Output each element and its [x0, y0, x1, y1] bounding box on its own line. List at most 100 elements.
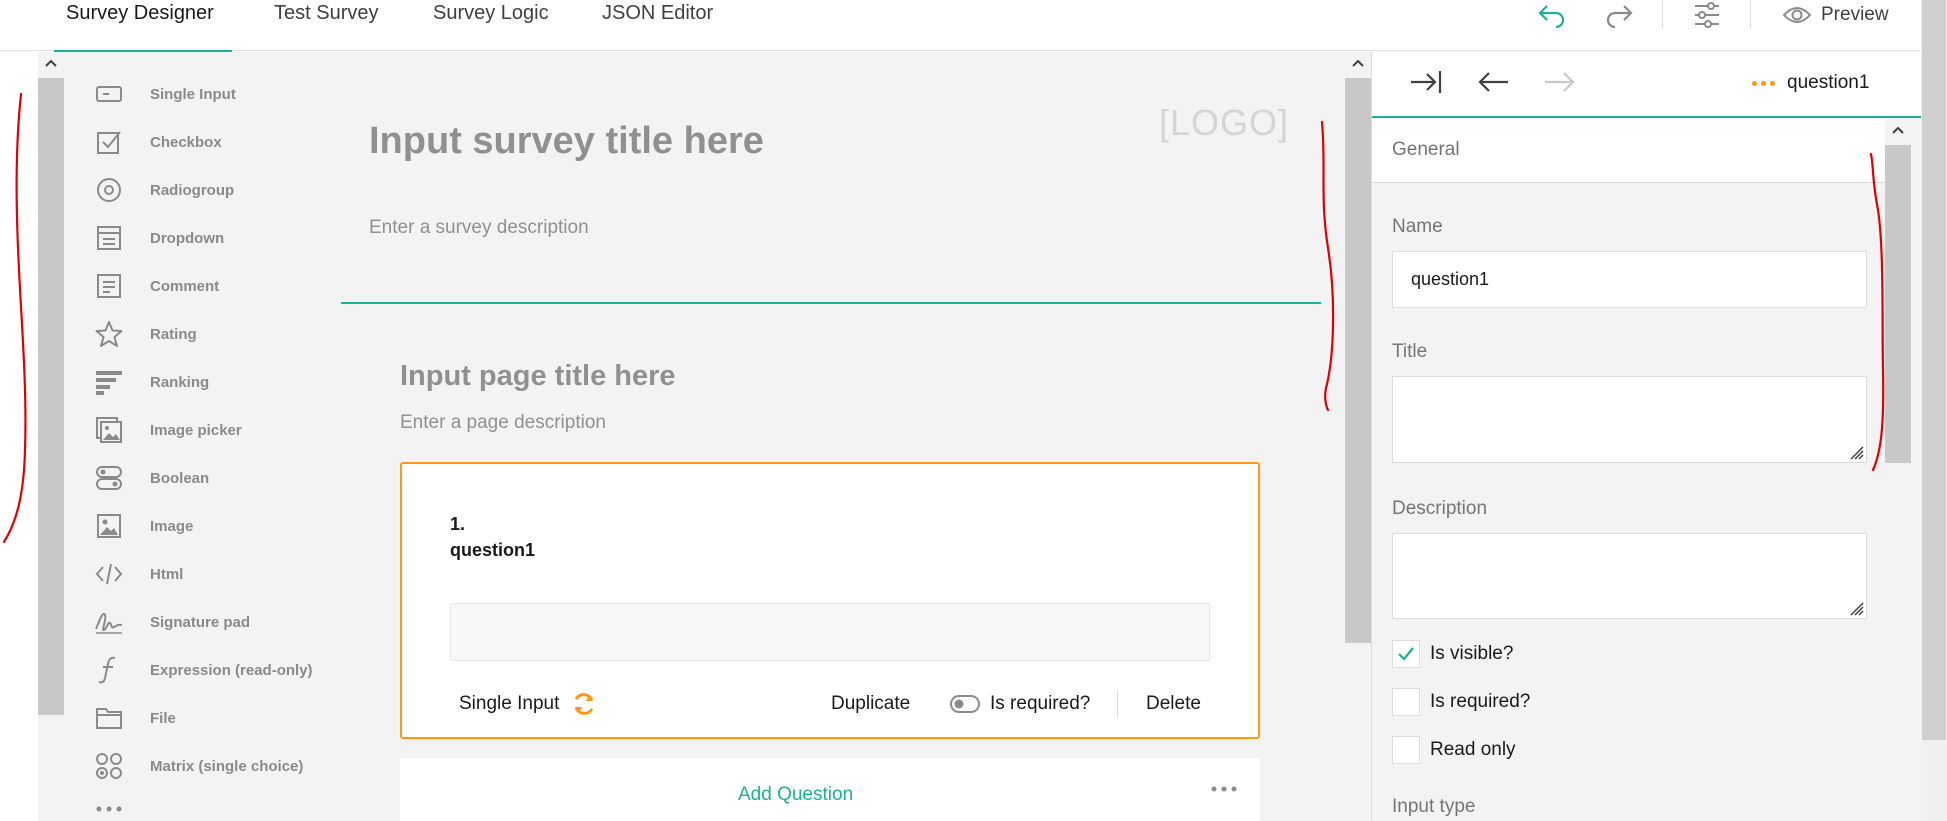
survey-description[interactable]: Enter a survey description [369, 217, 589, 239]
toolbox-item-html[interactable]: Html [94, 554, 334, 594]
window-scrollbar[interactable] [1921, 0, 1947, 821]
star-icon [94, 319, 124, 349]
image-icon [94, 511, 124, 541]
property-group-general[interactable]: General [1372, 119, 1885, 183]
question-type-button[interactable]: Single Input [459, 686, 597, 722]
scroll-up-icon[interactable] [1890, 123, 1906, 137]
property-panel: question1 General Name question1 Title D… [1371, 52, 1947, 821]
toolbox-item-image[interactable]: Image [94, 506, 334, 546]
question-type-label: Single Input [459, 693, 560, 714]
resize-grip-icon[interactable] [1848, 600, 1864, 616]
forward-arrow-icon[interactable] [1542, 66, 1582, 102]
toolbox-item-label: File [150, 709, 176, 727]
redo-icon[interactable] [1604, 2, 1634, 29]
add-question-button[interactable]: Add Question [738, 784, 853, 806]
toolbox-item-matrix[interactable]: Matrix (single choice) [94, 746, 334, 786]
checkbox-label: Is required? [1430, 691, 1531, 712]
page-description[interactable]: Enter a page description [400, 412, 606, 434]
image-picker-icon [94, 415, 124, 445]
description-field[interactable] [1392, 533, 1867, 619]
function-icon [94, 655, 124, 685]
toggle-icon [950, 695, 980, 713]
name-label: Name [1392, 216, 1443, 237]
scrollbar-thumb[interactable] [38, 78, 64, 715]
editor-scrollbar[interactable] [1345, 52, 1371, 821]
name-field[interactable]: question1 [1392, 251, 1867, 308]
tab-label: Test Survey [274, 2, 379, 24]
more-dots-icon [1752, 80, 1775, 86]
scroll-up-icon[interactable] [1350, 56, 1366, 70]
title-field[interactable] [1392, 376, 1867, 463]
question-title[interactable]: question1 [450, 540, 535, 561]
scroll-up-icon[interactable] [43, 56, 59, 70]
toolbox-item-file[interactable]: File [94, 698, 334, 738]
resize-grip-icon[interactable] [1848, 444, 1864, 460]
toolbox-item-boolean[interactable]: Boolean [94, 458, 334, 498]
more-dots-icon [94, 794, 124, 821]
toolbox-item-single-input[interactable]: Single Input [94, 74, 334, 114]
toolbox-item-image-picker[interactable]: Image picker [94, 410, 334, 450]
toolbox-item-expression[interactable]: Expression (read-only) [94, 650, 334, 690]
eye-icon [1783, 7, 1811, 23]
actions-divider [1117, 690, 1118, 718]
dropdown-icon [94, 223, 124, 253]
code-icon [94, 559, 124, 589]
toolbox-item-rating[interactable]: Rating [94, 314, 334, 354]
toolbox-item-dropdown[interactable]: Dropdown [94, 218, 334, 258]
toolbox-item-label: Matrix (single choice) [150, 757, 304, 775]
delete-button[interactable]: Delete [1146, 686, 1201, 722]
toolbox-item-checkbox[interactable]: Checkbox [94, 122, 334, 162]
property-panel-header: question1 [1372, 52, 1935, 118]
checkbox-label: Read only [1430, 739, 1516, 760]
tab-test-survey[interactable]: Test Survey [274, 0, 378, 51]
logo-placeholder[interactable]: [LOGO] [1159, 102, 1289, 144]
preview-button[interactable]: Preview [1783, 2, 1889, 28]
toolbox-item-label: Signature pad [150, 613, 251, 631]
tab-json-editor[interactable]: JSON Editor [602, 0, 713, 51]
matrix-icon [94, 751, 124, 781]
question-card[interactable]: 1. question1 Single Input Duplicate Is r… [400, 462, 1260, 739]
duplicate-button[interactable]: Duplicate [831, 686, 910, 722]
toolbox-item-label: Html [150, 565, 184, 583]
is-required-checkbox[interactable]: Is required? [1392, 687, 1530, 717]
undo-icon[interactable] [1537, 2, 1567, 29]
checkbox-box [1392, 640, 1420, 668]
radiogroup-icon [94, 175, 124, 205]
toolbox-item-comment[interactable]: Comment [94, 266, 334, 306]
folder-icon [94, 703, 124, 733]
toolbox-item-signature-pad[interactable]: Signature pad [94, 602, 334, 642]
settings-icon[interactable] [1692, 2, 1722, 28]
back-arrow-icon[interactable] [1475, 66, 1515, 102]
scrollbar-thumb[interactable] [1885, 145, 1911, 463]
toolbox-item-label: Boolean [150, 469, 210, 487]
read-only-checkbox[interactable]: Read only [1392, 735, 1516, 765]
page-title[interactable]: Input page title here [400, 360, 676, 393]
question-input-preview [450, 603, 1210, 661]
scrollbar-thumb[interactable] [1922, 0, 1946, 740]
survey-editor: Input survey title here [LOGO] Enter a s… [341, 52, 1345, 821]
toolbox-item-label: Radiogroup [150, 181, 235, 199]
single-input-icon [94, 79, 124, 109]
is-visible-checkbox[interactable]: Is visible? [1392, 639, 1513, 669]
toolbox-item-label: Comment [150, 277, 220, 295]
property-panel-scrollbar[interactable] [1885, 119, 1911, 821]
toolbox-item-label: Image [150, 517, 194, 535]
toolbox-item-label: Single Input [150, 85, 236, 103]
tab-survey-designer[interactable]: Survey Designer [54, 0, 232, 52]
tab-survey-logic[interactable]: Survey Logic [433, 0, 549, 51]
toolbox-scrollbar[interactable] [38, 52, 64, 821]
collapse-panel-icon[interactable] [1408, 66, 1448, 102]
more-dots-icon[interactable] [1210, 784, 1240, 794]
is-required-toggle[interactable]: Is required? [950, 686, 1090, 722]
toolbox-item-label: Image picker [150, 421, 242, 439]
toolbox-more-button[interactable] [94, 794, 334, 821]
toolbox-item-radiogroup[interactable]: Radiogroup [94, 170, 334, 210]
tab-label: Survey Logic [433, 2, 549, 24]
input-type-label: Input type [1392, 796, 1476, 817]
signature-icon [94, 607, 124, 637]
preview-label: Preview [1821, 4, 1889, 25]
survey-title[interactable]: Input survey title here [369, 120, 764, 163]
scrollbar-thumb[interactable] [1345, 78, 1371, 643]
toolbox-item-ranking[interactable]: Ranking [94, 362, 334, 402]
selected-object-selector[interactable]: question1 [1752, 72, 1869, 94]
